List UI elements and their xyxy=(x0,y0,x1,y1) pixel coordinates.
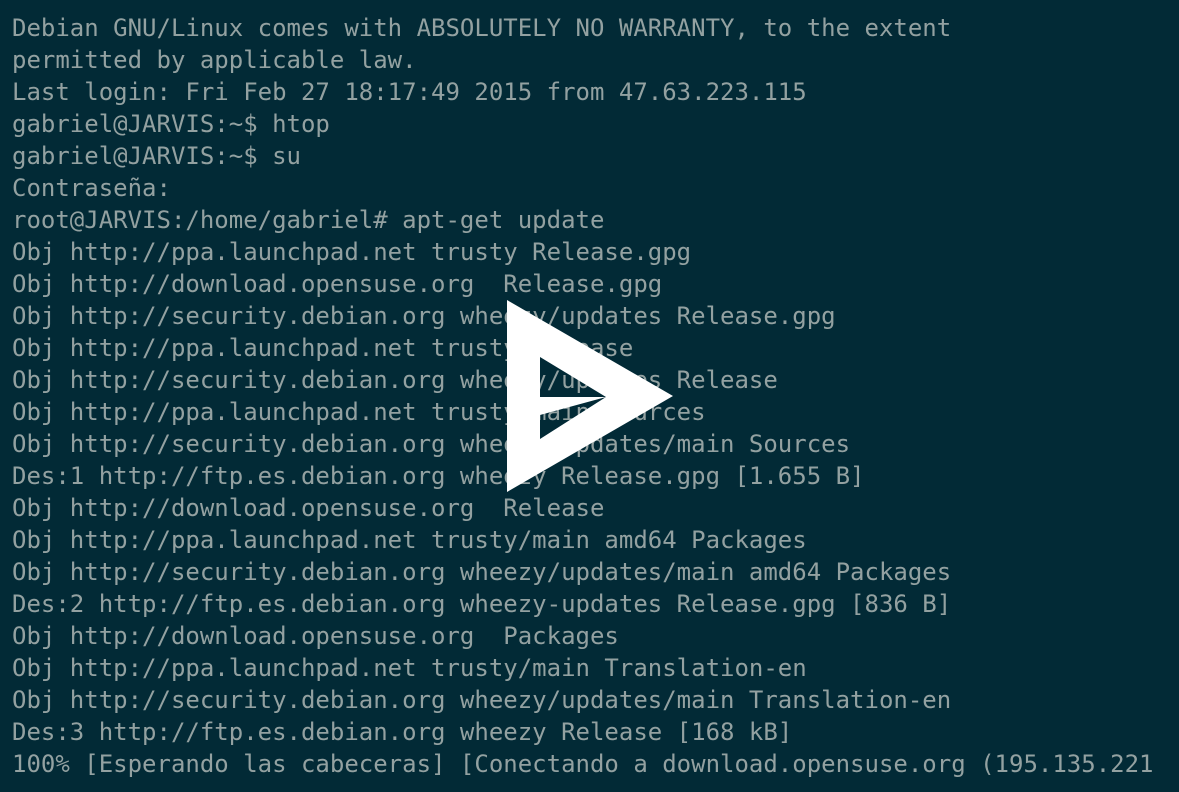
terminal-line: Obj http://ppa.launchpad.net trusty/main… xyxy=(12,654,807,682)
terminal-line: Obj http://ppa.launchpad.net trusty Rele… xyxy=(12,238,692,266)
terminal-line: gabriel@JARVIS:~$ su xyxy=(12,142,301,170)
terminal-line: gabriel@JARVIS:~$ htop xyxy=(12,110,330,138)
terminal-line: 100% [Esperando las cabeceras] [Conectan… xyxy=(12,750,1154,778)
terminal-line: Last login: Fri Feb 27 18:17:49 2015 fro… xyxy=(12,78,807,106)
terminal-line: Debian GNU/Linux comes with ABSOLUTELY N… xyxy=(12,14,952,42)
terminal-line: Des:3 http://ftp.es.debian.org wheezy Re… xyxy=(12,718,793,746)
terminal-line: Contraseña: xyxy=(12,174,171,202)
terminal-line: Obj http://ppa.launchpad.net trusty/main… xyxy=(12,526,807,554)
play-icon xyxy=(507,300,673,492)
play-button[interactable] xyxy=(505,298,675,494)
terminal-line: root@JARVIS:/home/gabriel# apt-get updat… xyxy=(12,206,605,234)
terminal-window[interactable]: Debian GNU/Linux comes with ABSOLUTELY N… xyxy=(0,0,1179,792)
terminal-line: permitted by applicable law. xyxy=(12,46,417,74)
terminal-line: Obj http://security.debian.org wheezy/up… xyxy=(12,558,952,586)
terminal-line: Obj http://download.opensuse.org Release… xyxy=(12,270,663,298)
terminal-line: Obj http://security.debian.org wheezy/up… xyxy=(12,686,952,714)
terminal-line: Des:2 http://ftp.es.debian.org wheezy-up… xyxy=(12,590,952,618)
terminal-line: Obj http://download.opensuse.org Package… xyxy=(12,622,619,650)
terminal-line: Obj http://download.opensuse.org Release xyxy=(12,494,605,522)
